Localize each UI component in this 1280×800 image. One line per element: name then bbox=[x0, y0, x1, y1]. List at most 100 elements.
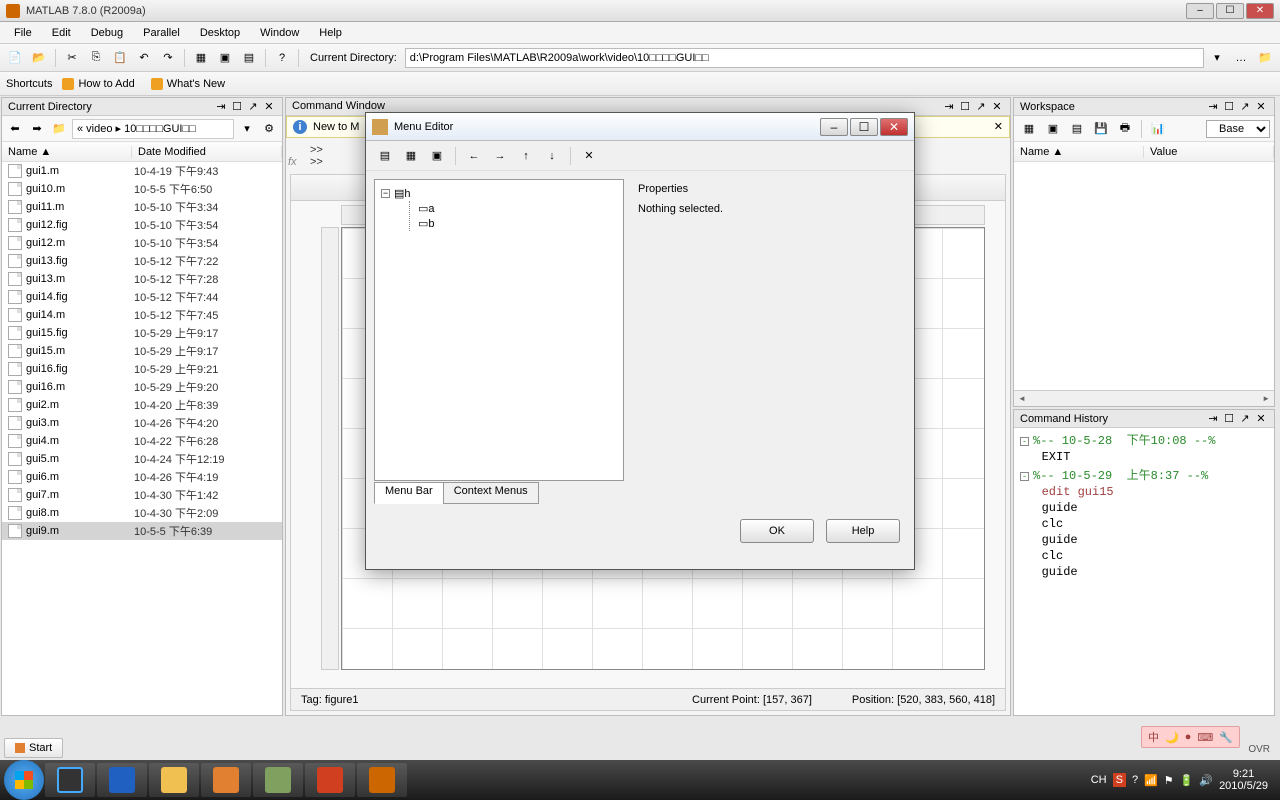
simulink-icon[interactable]: ▦ bbox=[190, 47, 212, 69]
taskbar-item[interactable] bbox=[45, 763, 95, 797]
file-row[interactable]: gui14.fig10-5-12 下午7:44 bbox=[2, 288, 282, 306]
file-row[interactable]: gui12.fig10-5-10 下午3:54 bbox=[2, 216, 282, 234]
panel-pin-icon[interactable]: ⇥ bbox=[942, 99, 956, 113]
col-name-header[interactable]: Name ▲ bbox=[2, 146, 132, 158]
history-line[interactable]: guide bbox=[1016, 500, 1272, 516]
tree-collapse-icon[interactable]: − bbox=[381, 189, 390, 198]
panel-close-icon[interactable]: ✕ bbox=[1254, 100, 1268, 114]
redo-icon[interactable]: ↷ bbox=[157, 47, 179, 69]
taskbar-item[interactable] bbox=[253, 763, 303, 797]
ime-dot-icon[interactable]: ● bbox=[1185, 731, 1192, 743]
tab-menubar[interactable]: Menu Bar bbox=[374, 482, 444, 504]
history-list[interactable]: -%-- 10-5-28 下午10:08 --% EXIT-%-- 10-5-2… bbox=[1014, 428, 1274, 715]
command-prompt[interactable]: >> bbox=[310, 144, 323, 156]
cut-icon[interactable]: ✂ bbox=[61, 47, 83, 69]
panel-maximize-icon[interactable]: ↗ bbox=[1238, 100, 1252, 114]
dialog-close-button[interactable]: ✕ bbox=[880, 118, 908, 136]
tree-root-node[interactable]: − ▤ h bbox=[381, 186, 617, 201]
taskbar-item[interactable] bbox=[357, 763, 407, 797]
path-dropdown-icon[interactable]: ▾ bbox=[238, 120, 256, 138]
tray-volume-icon[interactable]: 🔊 bbox=[1199, 774, 1213, 787]
tray-clock[interactable]: 9:212010/5/29 bbox=[1219, 768, 1268, 792]
file-row[interactable]: gui16.fig10-5-29 上午9:21 bbox=[2, 360, 282, 378]
tray-network-icon[interactable]: 📶 bbox=[1144, 774, 1158, 787]
menu-help[interactable]: Help bbox=[309, 25, 352, 41]
tree-toggle-icon[interactable]: - bbox=[1020, 472, 1029, 481]
matlab-start-button[interactable]: Start bbox=[4, 738, 63, 758]
file-row[interactable]: gui1.m10-4-19 下午9:43 bbox=[2, 162, 282, 180]
minimize-button[interactable]: – bbox=[1186, 3, 1214, 19]
menu-debug[interactable]: Debug bbox=[81, 25, 133, 41]
panel-restore-icon[interactable]: ☐ bbox=[1222, 100, 1236, 114]
workspace-scrollbar[interactable] bbox=[1014, 390, 1274, 406]
taskbar-item[interactable] bbox=[97, 763, 147, 797]
new-context-icon[interactable]: ▣ bbox=[426, 145, 448, 167]
new-menuitem-icon[interactable]: ▦ bbox=[400, 145, 422, 167]
current-directory-input[interactable] bbox=[405, 48, 1204, 68]
nav-back-icon[interactable]: ⬅ bbox=[6, 120, 24, 138]
file-row[interactable]: gui3.m10-4-26 下午4:20 bbox=[2, 414, 282, 432]
ws-plot-icon[interactable]: 📊 bbox=[1147, 118, 1169, 140]
ws-open-icon[interactable]: ▣ bbox=[1042, 118, 1064, 140]
nav-fwd-icon[interactable]: ➡ bbox=[28, 120, 46, 138]
ws-save-icon[interactable]: 💾 bbox=[1090, 118, 1112, 140]
history-line[interactable]: clc bbox=[1016, 548, 1272, 564]
file-row[interactable]: gui10.m10-5-5 下午6:50 bbox=[2, 180, 282, 198]
history-line[interactable]: -%-- 10-5-29 上午8:37 --% bbox=[1016, 465, 1272, 484]
tree-toggle-icon[interactable]: - bbox=[1020, 437, 1029, 446]
ws-print-icon[interactable]: 🖶 bbox=[1114, 118, 1136, 140]
path-breadcrumb[interactable]: « video ▸ 10□□□□GUI□□ bbox=[72, 119, 234, 139]
menu-parallel[interactable]: Parallel bbox=[133, 25, 190, 41]
file-row[interactable]: gui14.m10-5-12 下午7:45 bbox=[2, 306, 282, 324]
gear-icon[interactable]: ⚙ bbox=[260, 120, 278, 138]
tray-flag-icon[interactable]: ⚑ bbox=[1164, 774, 1174, 787]
panel-pin-icon[interactable]: ⇥ bbox=[1206, 100, 1220, 114]
help-icon[interactable]: ? bbox=[271, 47, 293, 69]
panel-pin-icon[interactable]: ⇥ bbox=[1206, 412, 1220, 426]
tab-context-menus[interactable]: Context Menus bbox=[443, 482, 539, 504]
dialog-minimize-button[interactable]: – bbox=[820, 118, 848, 136]
guide-icon[interactable]: ▣ bbox=[214, 47, 236, 69]
menu-desktop[interactable]: Desktop bbox=[190, 25, 250, 41]
nav-folder-icon[interactable]: 📁 bbox=[50, 120, 68, 138]
menu-tree[interactable]: − ▤ h ▭ a ▭ b bbox=[374, 179, 624, 481]
taskbar-item[interactable] bbox=[305, 763, 355, 797]
file-row[interactable]: gui5.m10-4-24 下午12:19 bbox=[2, 450, 282, 468]
new-file-icon[interactable]: 📄 bbox=[4, 47, 26, 69]
menu-file[interactable]: File bbox=[4, 25, 42, 41]
file-row[interactable]: gui12.m10-5-10 下午3:54 bbox=[2, 234, 282, 252]
dialog-titlebar[interactable]: Menu Editor – ☐ ✕ bbox=[366, 113, 914, 141]
profiler-icon[interactable]: ▤ bbox=[238, 47, 260, 69]
close-button[interactable]: ✕ bbox=[1246, 3, 1274, 19]
panel-maximize-icon[interactable]: ↗ bbox=[246, 100, 260, 114]
ws-col-name[interactable]: Name ▲ bbox=[1014, 146, 1144, 158]
col-date-header[interactable]: Date Modified bbox=[132, 146, 282, 158]
menu-edit[interactable]: Edit bbox=[42, 25, 81, 41]
help-button[interactable]: Help bbox=[826, 519, 900, 543]
banner-close-icon[interactable]: ✕ bbox=[994, 120, 1003, 133]
history-line[interactable]: -%-- 10-5-28 下午10:08 --% bbox=[1016, 430, 1272, 449]
panel-pin-icon[interactable]: ⇥ bbox=[214, 100, 228, 114]
file-row[interactable]: gui16.m10-5-29 上午9:20 bbox=[2, 378, 282, 396]
dialog-maximize-button[interactable]: ☐ bbox=[850, 118, 878, 136]
file-row[interactable]: gui15.m10-5-29 上午9:17 bbox=[2, 342, 282, 360]
tray-sogou-icon[interactable]: S bbox=[1113, 773, 1126, 787]
undo-icon[interactable]: ↶ bbox=[133, 47, 155, 69]
panel-maximize-icon[interactable]: ↗ bbox=[1238, 412, 1252, 426]
file-row[interactable]: gui9.m10-5-5 下午6:39 bbox=[2, 522, 282, 540]
file-row[interactable]: gui2.m10-4-20 上午8:39 bbox=[2, 396, 282, 414]
panel-maximize-icon[interactable]: ↗ bbox=[974, 99, 988, 113]
file-row[interactable]: gui4.m10-4-22 下午6:28 bbox=[2, 432, 282, 450]
command-prompt[interactable]: >> bbox=[310, 156, 323, 168]
history-line[interactable]: edit gui15 bbox=[1016, 484, 1272, 500]
taskbar-item[interactable] bbox=[149, 763, 199, 797]
history-line[interactable]: clc bbox=[1016, 516, 1272, 532]
file-row[interactable]: gui15.fig10-5-29 上午9:17 bbox=[2, 324, 282, 342]
fx-icon[interactable]: fx bbox=[288, 156, 306, 168]
file-row[interactable]: gui13.m10-5-12 下午7:28 bbox=[2, 270, 282, 288]
windows-start-button[interactable] bbox=[4, 760, 44, 800]
history-line[interactable]: EXIT bbox=[1016, 449, 1272, 465]
ws-col-value[interactable]: Value bbox=[1144, 146, 1274, 158]
panel-close-icon[interactable]: ✕ bbox=[990, 99, 1004, 113]
tray-ch[interactable]: CH bbox=[1091, 774, 1107, 786]
